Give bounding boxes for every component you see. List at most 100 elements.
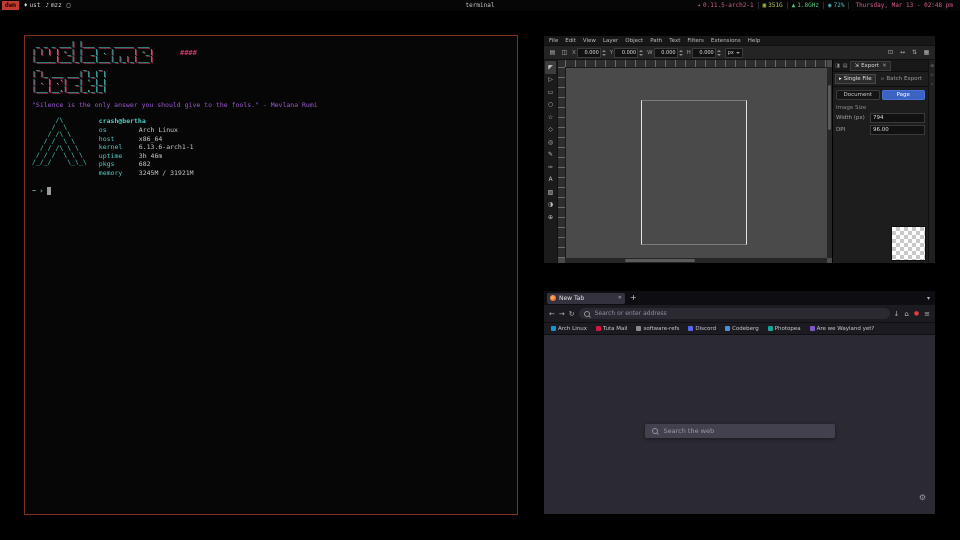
tab-batch-export[interactable]: ▹ Batch Export — [878, 74, 926, 84]
snap-icon[interactable]: ◇ — [930, 72, 933, 77]
tool-rectangle[interactable]: ▭ — [545, 86, 556, 99]
close-tab-icon[interactable]: ✕ — [618, 295, 622, 301]
fetch-row-os: osArch Linux — [99, 126, 194, 135]
canvas-horizontal-scrollbar[interactable] — [565, 258, 827, 263]
list-tabs-chevron-icon[interactable]: ▾ — [927, 295, 932, 302]
bookmark-discord[interactable]: Discord — [688, 326, 716, 332]
new-tab-button[interactable]: + — [630, 294, 637, 302]
tab-label: Batch Export — [886, 76, 922, 82]
tool-text[interactable]: A — [545, 174, 556, 187]
w-stepper[interactable] — [679, 49, 684, 57]
scale-corners-icon[interactable]: ↔ — [898, 49, 907, 56]
snap-icon[interactable]: ∙ — [931, 81, 934, 86]
tool-pencil[interactable]: ✎ — [545, 149, 556, 162]
menu-extensions[interactable]: Extensions — [711, 38, 741, 44]
browser-window[interactable]: New Tab ✕ + ▾ ← → ↻ ↓ ⌂ ● ≡ Arch Linux T… — [543, 290, 936, 515]
menu-edit[interactable]: Edit — [565, 38, 576, 44]
tool-pen[interactable]: ✑ — [545, 161, 556, 174]
scrollbar-thumb[interactable] — [625, 259, 695, 262]
y-stepper[interactable] — [639, 49, 644, 57]
web-search-box[interactable] — [645, 424, 835, 438]
disk-icon: ▣ — [763, 2, 767, 9]
close-icon[interactable]: ✕ — [882, 63, 887, 69]
tool-selector[interactable]: ◤ — [545, 61, 556, 74]
scrollbar-thumb[interactable] — [828, 85, 831, 130]
h-input[interactable] — [692, 48, 716, 58]
tool-connector[interactable]: ⊕ — [545, 211, 556, 224]
export-area-document-button[interactable]: Document — [836, 90, 880, 100]
export-width-input[interactable] — [870, 113, 925, 123]
bookmark-software-refs[interactable]: software-refs — [636, 326, 679, 332]
export-dpi-row: DPI — [833, 124, 928, 136]
menu-object[interactable]: Object — [625, 38, 643, 44]
layout-icon[interactable]: □ — [67, 2, 71, 9]
tool-star[interactable]: ☆ — [545, 111, 556, 124]
personalize-gear-icon[interactable]: ⚙ — [919, 493, 926, 502]
tool-spiral[interactable]: ◎ — [545, 136, 556, 149]
downloads-button[interactable]: ↓ — [894, 310, 900, 318]
module-text: 0.11.5-arch2-1 — [703, 2, 754, 9]
x-coordinate-field: X — [572, 48, 607, 58]
module-text: 72% — [834, 2, 845, 9]
reload-button[interactable]: ↻ — [569, 310, 575, 318]
menu-help[interactable]: Help — [748, 38, 761, 44]
deselect-icon[interactable]: ◫ — [560, 49, 569, 56]
dock-icon[interactable]: ▤ — [843, 63, 848, 69]
snap-icon[interactable]: ⊞ — [930, 63, 933, 68]
x-input[interactable] — [577, 48, 601, 58]
cpu-icon: ▲ — [792, 2, 796, 9]
bookmark-label: Discord — [695, 326, 716, 332]
forward-button[interactable]: → — [559, 310, 565, 318]
export-area-page-button[interactable]: Page — [882, 90, 926, 100]
tab-new-tab[interactable]: New Tab ✕ — [547, 293, 625, 304]
scale-pattern-icon[interactable]: ▦ — [922, 49, 931, 56]
tool-dropper[interactable]: ◑ — [545, 199, 556, 212]
tool-gradient[interactable]: ▧ — [545, 186, 556, 199]
tool-ellipse[interactable]: ○ — [545, 99, 556, 112]
tab-single-file[interactable]: ▸ Single File — [835, 74, 876, 84]
bookmark-tuta-mail[interactable]: Tuta Mail — [596, 326, 627, 332]
inkscape-window[interactable]: File Edit View Layer Object Path Text Fi… — [543, 35, 936, 264]
dock-icon[interactable]: ◨ — [835, 63, 840, 69]
menu-text[interactable]: Text — [669, 38, 680, 44]
bookmark-label: Codeberg — [732, 326, 759, 332]
tool-node-editor[interactable]: ▷ — [545, 74, 556, 87]
x-stepper[interactable] — [602, 49, 607, 57]
scale-stroke-icon[interactable]: ⊡ — [886, 49, 895, 56]
menu-path[interactable]: Path — [650, 38, 662, 44]
terminal-window[interactable]: _ _ _ ___| |___ ___ _____ ___ | | | | -_… — [24, 35, 518, 515]
bookmark-photopea[interactable]: Photopea — [768, 326, 801, 332]
workspace-tag-ust[interactable]: ♦ ust — [24, 2, 40, 9]
unit-dropdown[interactable]: px — [725, 48, 743, 58]
menu-file[interactable]: File — [549, 38, 558, 44]
workspace-tag-mzz[interactable]: ♪ mzz — [45, 2, 61, 9]
menu-button[interactable]: ≡ — [924, 310, 930, 318]
h-stepper[interactable] — [717, 49, 722, 57]
y-input[interactable] — [614, 48, 638, 58]
document-page[interactable] — [641, 100, 747, 245]
back-button[interactable]: ← — [549, 310, 555, 318]
extension-record-icon[interactable]: ● — [914, 310, 919, 317]
bookmark-arch-linux[interactable]: Arch Linux — [551, 326, 587, 332]
web-search-input[interactable] — [662, 426, 828, 436]
tool-3dbox[interactable]: ◇ — [545, 124, 556, 137]
image-size-label: Image Size — [833, 102, 928, 112]
bookmark-favicon — [810, 326, 815, 331]
menu-view[interactable]: View — [583, 38, 596, 44]
url-input[interactable] — [593, 309, 885, 318]
export-dpi-input[interactable] — [870, 125, 925, 135]
w-input[interactable] — [654, 48, 678, 58]
menu-filters[interactable]: Filters — [687, 38, 704, 44]
bookmark-codeberg[interactable]: Codeberg — [725, 326, 759, 332]
url-bar[interactable] — [579, 308, 890, 319]
select-all-icon[interactable]: ▤ — [548, 49, 557, 56]
dwm-logo[interactable]: dwm — [2, 1, 19, 10]
scale-gradient-icon[interactable]: ⇅ — [910, 49, 919, 56]
home-button[interactable]: ⌂ — [904, 310, 908, 318]
bookmark-are-we-wayland-yet[interactable]: Are we Wayland yet? — [810, 326, 875, 332]
menu-layer[interactable]: Layer — [603, 38, 618, 44]
shell-prompt[interactable]: ~ › — [32, 187, 510, 195]
canvas[interactable] — [558, 60, 832, 263]
export-dialog-tab[interactable]: ⇲ Export ✕ — [850, 61, 890, 71]
export-preview-checkerboard — [891, 226, 926, 261]
